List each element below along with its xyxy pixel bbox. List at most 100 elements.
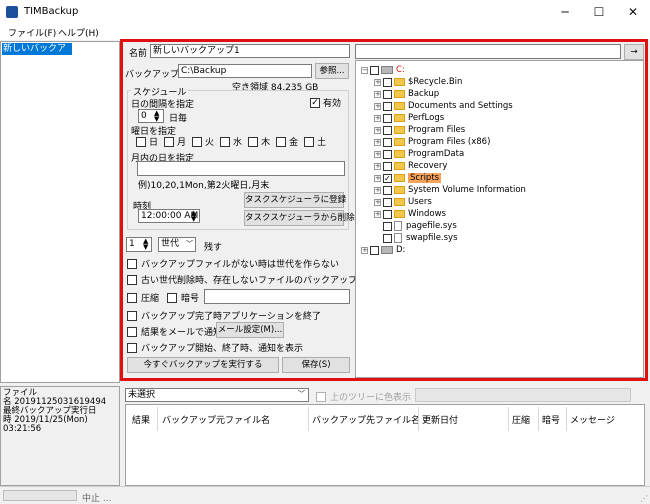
tree-row[interactable]: + ProgramData xyxy=(374,148,464,160)
expand-icon[interactable]: + xyxy=(374,210,381,218)
checkbox[interactable]: ✓ xyxy=(383,173,392,183)
expand-icon[interactable]: + xyxy=(374,150,381,158)
checkbox[interactable] xyxy=(304,136,315,147)
checkbox[interactable] xyxy=(383,77,392,87)
spinner-arrows-icon[interactable]: ▲ ▼ xyxy=(154,110,159,123)
tree-row[interactable]: + System Volume Information xyxy=(374,184,526,196)
col-compress[interactable]: 圧縮 xyxy=(512,413,530,426)
option-show-notification[interactable]: バックアップ開始、終了時、通知を表示 xyxy=(127,341,303,354)
expand-icon[interactable]: + xyxy=(374,90,381,98)
tree-color-option[interactable]: 上のツリーに色表示 xyxy=(316,390,411,403)
col-result[interactable]: 結果 xyxy=(132,413,150,426)
name-input[interactable]: 新しいバックアップ1 xyxy=(150,44,350,58)
close-button[interactable]: ✕ xyxy=(616,0,650,24)
expand-icon[interactable]: + xyxy=(374,114,381,122)
save-button[interactable]: 保存(S) xyxy=(282,357,350,373)
checkbox[interactable] xyxy=(192,136,203,147)
checkbox[interactable] xyxy=(383,89,392,99)
option-exit-app[interactable]: バックアップ完了時アプリケーションを終了 xyxy=(127,309,321,322)
option-compress[interactable]: 圧縮 xyxy=(127,291,159,304)
weekday-thu[interactable]: 木 xyxy=(248,135,270,148)
expand-icon[interactable]: + xyxy=(374,198,381,206)
checkbox[interactable] xyxy=(370,245,379,255)
option-encrypt[interactable]: 暗号 xyxy=(167,291,199,304)
checkbox[interactable] xyxy=(164,136,175,147)
checkbox[interactable] xyxy=(127,310,137,321)
folder-tree[interactable]: − C: + $Recycle.Bin + Backup + Documents and … xyxy=(355,60,644,378)
col-encrypt[interactable]: 暗号 xyxy=(542,413,560,426)
expand-icon[interactable]: + xyxy=(361,246,368,254)
checkbox[interactable] xyxy=(136,136,146,147)
expand-icon[interactable]: + xyxy=(374,174,381,182)
tree-row[interactable]: + $Recycle.Bin xyxy=(374,76,462,88)
option-mail-notify[interactable]: 結果をメールで通知 xyxy=(127,325,222,338)
backup-list[interactable]: 新しいバックアップ1 xyxy=(0,41,120,383)
checkbox[interactable] xyxy=(383,101,392,111)
encrypt-password-input[interactable] xyxy=(204,289,350,304)
expand-icon[interactable]: + xyxy=(374,102,381,110)
tree-row[interactable]: + Program Files (x86) xyxy=(374,136,490,148)
expand-icon[interactable]: + xyxy=(374,78,381,86)
mail-settings-button[interactable]: メール設定(M)... xyxy=(216,322,284,338)
weekday-tue[interactable]: 火 xyxy=(192,135,214,148)
checkbox[interactable] xyxy=(127,258,137,269)
checkbox[interactable] xyxy=(220,136,231,147)
menu-help[interactable]: ヘルプ(H) xyxy=(58,26,99,39)
checkbox[interactable] xyxy=(383,221,392,231)
tree-row[interactable]: + Users xyxy=(374,196,432,208)
tree-row[interactable]: + Documents and Settings xyxy=(374,100,513,112)
minimize-button[interactable]: ─ xyxy=(548,0,582,24)
checkbox[interactable] xyxy=(127,292,137,303)
checkbox[interactable] xyxy=(383,161,392,171)
weekday-mon[interactable]: 月 xyxy=(164,135,186,148)
col-message[interactable]: メッセージ xyxy=(570,413,615,426)
tree-row[interactable]: pagefile.sys xyxy=(374,220,457,232)
browse-button[interactable]: 参照... xyxy=(315,63,349,79)
backup-list-item-selected[interactable]: 新しいバックアップ1 xyxy=(2,43,72,66)
menu-file[interactable]: ファイル(F) xyxy=(8,26,56,39)
weekday-sat[interactable]: 土 xyxy=(304,135,326,148)
checkbox[interactable] xyxy=(248,136,259,147)
checkbox[interactable] xyxy=(383,233,392,243)
result-table[interactable]: 結果 バックアップ元ファイル名 バックアップ先ファイル名 更新日付 圧縮 暗号 … xyxy=(125,404,645,486)
checkbox[interactable] xyxy=(383,185,392,195)
run-backup-button[interactable]: 今すぐバックアップを実行する xyxy=(127,357,279,373)
option-no-generation[interactable]: バックアップファイルがない時は世代を作らない xyxy=(127,257,339,270)
checkbox[interactable] xyxy=(383,149,392,159)
checkbox[interactable] xyxy=(167,292,177,303)
monthday-input[interactable] xyxy=(137,161,345,176)
dest-input[interactable]: C:\Backup xyxy=(178,64,312,78)
checkbox[interactable] xyxy=(383,137,392,147)
tree-row[interactable]: swapfile.sys xyxy=(374,232,458,244)
expand-icon[interactable]: + xyxy=(374,126,381,134)
result-filter-select[interactable]: 未選択 xyxy=(125,388,309,402)
expand-icon[interactable]: + xyxy=(374,138,381,146)
tree-path-input[interactable] xyxy=(355,44,621,59)
expand-icon[interactable]: + xyxy=(374,162,381,170)
tree-row[interactable]: + Program Files xyxy=(374,124,465,136)
col-dest[interactable]: バックアップ先ファイル名 xyxy=(312,413,420,426)
col-date[interactable]: 更新日付 xyxy=(422,413,458,426)
tree-row[interactable]: + Backup xyxy=(374,88,439,100)
spinner-arrows-icon[interactable]: ▲ ▼ xyxy=(191,210,196,223)
go-button[interactable]: → xyxy=(624,44,644,60)
checkbox[interactable] xyxy=(383,197,392,207)
checkbox[interactable] xyxy=(127,274,137,285)
collapse-icon[interactable]: − xyxy=(361,66,368,74)
tree-row-drive-d[interactable]: + D: xyxy=(361,244,405,256)
checkbox[interactable] xyxy=(370,65,379,75)
interval-spinner[interactable]: 0 xyxy=(138,109,164,123)
checkbox[interactable] xyxy=(383,209,392,219)
option-delete-missing[interactable]: 古い世代削除時、存在しないファイルのバックアップは削除 xyxy=(127,273,384,286)
expand-icon[interactable]: + xyxy=(374,186,381,194)
col-source[interactable]: バックアップ元ファイル名 xyxy=(162,413,270,426)
abort-button[interactable]: 中止 ... xyxy=(82,491,111,504)
maximize-button[interactable]: ☐ xyxy=(582,0,616,24)
checkbox[interactable] xyxy=(276,136,287,147)
weekday-fri[interactable]: 金 xyxy=(276,135,298,148)
checkbox[interactable] xyxy=(127,326,137,337)
checkbox[interactable] xyxy=(316,391,326,402)
tree-row-drive-c[interactable]: − C: xyxy=(361,64,405,76)
checkbox[interactable] xyxy=(127,342,137,353)
unregister-scheduler-button[interactable]: タスクスケジューラから削除 xyxy=(244,210,355,226)
